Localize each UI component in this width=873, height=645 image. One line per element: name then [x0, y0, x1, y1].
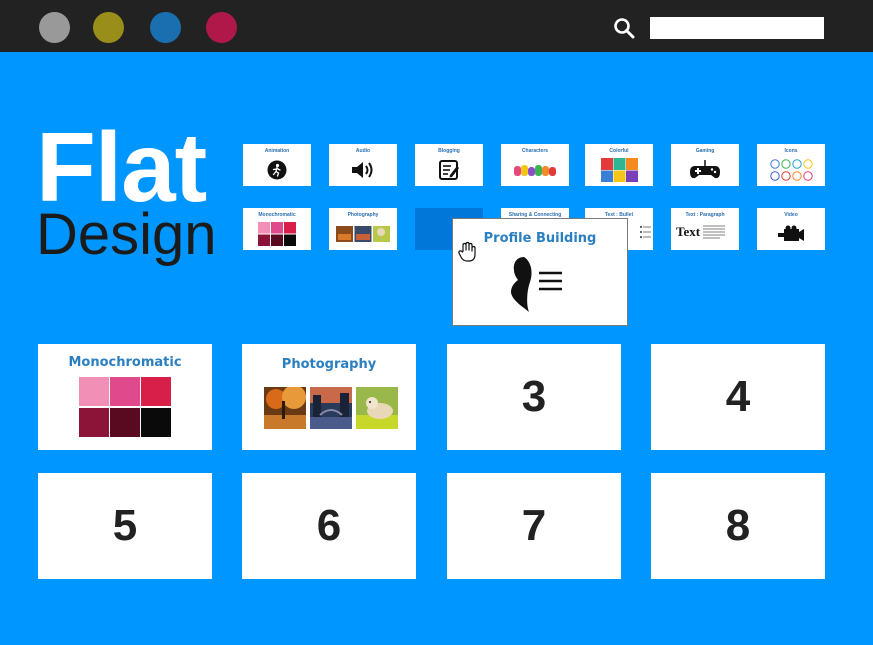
top-bar — [0, 0, 873, 52]
notepad-pencil-icon — [439, 160, 459, 180]
slot-3-number: 3 — [521, 372, 547, 421]
window-dot-crimson[interactable] — [206, 12, 237, 43]
template-gaming[interactable]: Gaming — [671, 144, 739, 186]
hand-grab-icon — [458, 241, 476, 262]
template-audio[interactable]: Audio — [329, 144, 397, 186]
slot-1-title: Monochromatic — [68, 355, 182, 370]
slot-1-card[interactable]: Monochromatic — [38, 344, 212, 450]
running-figure-icon — [267, 160, 287, 180]
profile-list-icon — [511, 257, 562, 312]
template-label: Characters — [521, 148, 549, 154]
slot-6-card[interactable]: 6 — [242, 473, 416, 579]
slot-2-card[interactable]: Photography — [242, 344, 416, 450]
characters-icon — [514, 165, 556, 176]
autumn-park-photo — [264, 387, 306, 429]
template-blogging[interactable]: Blogging — [415, 144, 483, 186]
slot-8-number: 8 — [725, 501, 751, 550]
slot-8-card[interactable]: 8 — [651, 473, 825, 579]
template-characters[interactable]: Characters — [501, 144, 569, 186]
slot-5-card[interactable]: 5 — [38, 473, 212, 579]
paragraph-big-word: Text — [676, 224, 701, 239]
template-photography[interactable]: Photography — [329, 208, 397, 250]
slot-7-card[interactable]: 7 — [447, 473, 621, 579]
template-label: Photography — [347, 212, 379, 218]
template-monochromatic[interactable]: Monochromatic — [243, 208, 311, 250]
template-label: Animation — [264, 148, 290, 154]
swatch-6 — [141, 408, 171, 437]
template-animation[interactable]: Animation — [243, 144, 311, 186]
search-icon[interactable] — [613, 17, 635, 39]
slot-5-number: 5 — [112, 501, 138, 550]
template-label: Text : Paragraph — [685, 212, 725, 218]
template-label: Audio — [355, 148, 371, 154]
popup-title: Profile Building — [483, 231, 597, 246]
search-input[interactable] — [650, 17, 824, 39]
window-dot-blue[interactable] — [150, 12, 181, 43]
template-text-paragraph[interactable]: Text : Paragraph Text — [671, 208, 739, 250]
slot-2-title: Photography — [281, 357, 377, 372]
swatch-5 — [110, 408, 140, 437]
template-label: Icons — [784, 148, 798, 154]
color-grid-icon — [600, 158, 638, 182]
template-label: Monochromatic — [258, 212, 296, 218]
speaker-icon — [352, 162, 373, 178]
slot-6-number: 6 — [316, 501, 342, 550]
photos-icon — [336, 226, 390, 242]
window-dot-olive[interactable] — [93, 12, 124, 43]
dog-in-grass-photo — [356, 387, 398, 429]
paragraph-lines-icon — [703, 225, 726, 239]
template-colorful[interactable]: Colorful — [585, 144, 653, 186]
template-icons[interactable]: Icons — [757, 144, 825, 186]
slot-7-number: 7 — [521, 501, 547, 550]
swatch-2 — [110, 377, 140, 406]
social-icons-icon — [770, 159, 813, 181]
template-video[interactable]: Video — [757, 208, 825, 250]
hero-title-design: Design — [36, 202, 217, 267]
slot-4-number: 4 — [725, 372, 751, 421]
video-camera-icon — [778, 225, 804, 241]
swatch-3 — [141, 377, 171, 406]
bullet-list-icon — [640, 226, 651, 238]
swatch-1 — [79, 377, 109, 406]
swatch-4 — [79, 408, 109, 437]
city-canal-photo — [310, 387, 352, 429]
template-label: Blogging — [438, 148, 460, 154]
slot-4-card[interactable]: 4 — [651, 344, 825, 450]
template-label: Gaming — [695, 148, 715, 154]
template-label: Colorful — [609, 148, 629, 154]
gamepad-icon — [690, 160, 720, 179]
template-label: Video — [784, 212, 798, 218]
profile-building-drag-preview[interactable]: Profile Building — [452, 218, 628, 326]
swatches-icon — [258, 222, 296, 246]
window-dot-gray[interactable] — [39, 12, 70, 43]
slot-3-card[interactable]: 3 — [447, 344, 621, 450]
